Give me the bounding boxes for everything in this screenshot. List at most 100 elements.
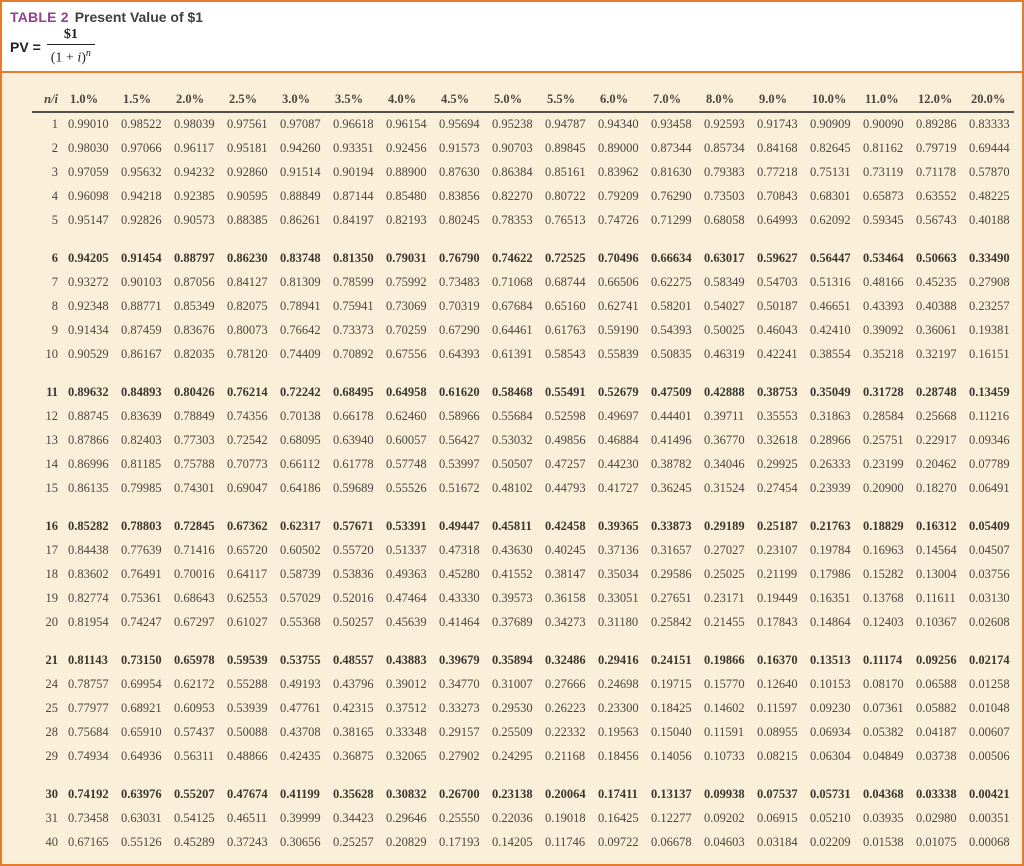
pv-factor-cell: 0.30656 (280, 835, 321, 850)
period-cell: 20 (45, 615, 59, 630)
formula-denominator: (1 + i)n (46, 44, 95, 67)
table-row: 5 0.95147 0.92826 0.90573 0.88385 0.86261 0.84… (32, 209, 1014, 233)
pv-factor-cell: 0.58201 (651, 299, 692, 314)
pv-factor-cell: 0.86384 (492, 165, 533, 180)
pv-factor-cell: 0.70319 (439, 299, 480, 314)
pv-factor-cell: 0.97087 (280, 117, 321, 132)
pv-factor-cell: 0.16425 (598, 811, 639, 826)
pv-factor-cell: 0.70843 (757, 189, 798, 204)
pv-factor-cell: 0.42435 (280, 749, 321, 764)
pv-factor-cell: 0.73483 (439, 275, 480, 290)
pv-factor-cell: 0.88745 (68, 409, 109, 424)
pv-factor-cell: 0.65873 (863, 189, 904, 204)
pv-factor-cell: 0.03130 (969, 591, 1010, 606)
pv-factor-cell: 0.53464 (863, 251, 904, 266)
pv-factor-cell: 0.41464 (439, 615, 480, 630)
table-row: 14 0.86996 0.81185 0.75788 0.70773 0.66112 0.6… (32, 453, 1014, 477)
pv-factor-cell: 0.27027 (704, 543, 745, 558)
pv-factor-cell: 0.17986 (810, 567, 851, 582)
table-row: 13 0.87866 0.82403 0.77303 0.72542 0.68095 0.6… (32, 429, 1014, 453)
pv-factor-cell: 0.35049 (810, 385, 851, 400)
pv-factor-cell: 0.23939 (810, 481, 851, 496)
pv-factor-cell: 0.32065 (386, 749, 427, 764)
corner-header: n/i (32, 88, 60, 113)
pv-factor-cell: 0.77977 (68, 701, 109, 716)
pv-factor-cell: 0.58739 (280, 567, 321, 582)
formula-numerator: $1 (63, 27, 78, 42)
pv-factor-cell: 0.56743 (916, 213, 957, 228)
pv-factor-cell: 0.05210 (810, 811, 851, 826)
pv-factor-cell: 0.91743 (757, 117, 798, 132)
pv-factor-cell: 0.63940 (333, 433, 374, 448)
table-row: 19 0.82774 0.75361 0.68643 0.62553 0.57029 0.5… (32, 587, 1014, 611)
pv-factor-cell: 0.47318 (439, 543, 480, 558)
pv-factor-cell: 0.55288 (227, 677, 268, 692)
pv-factor-cell: 0.96154 (386, 117, 427, 132)
pv-factor-cell: 0.89286 (916, 117, 957, 132)
pv-factor-cell: 0.77303 (174, 433, 215, 448)
pv-factor-cell: 0.29530 (492, 701, 533, 716)
pv-factor-cell: 0.70496 (598, 251, 639, 266)
pv-factor-cell: 0.59627 (757, 251, 798, 266)
pv-factor-cell: 0.93351 (333, 141, 374, 156)
pv-factor-cell: 0.44230 (598, 457, 639, 472)
pv-factor-cell: 0.33490 (969, 251, 1010, 266)
pv-factor-cell: 0.81350 (333, 251, 374, 266)
pv-factor-cell: 0.04507 (969, 543, 1010, 558)
pv-factor-cell: 0.86261 (280, 213, 321, 228)
pv-factor-cell: 0.73373 (333, 323, 374, 338)
pv-factor-cell: 0.84168 (757, 141, 798, 156)
pv-factor-cell: 0.88771 (121, 299, 162, 314)
pv-factor-cell: 0.93272 (68, 275, 109, 290)
period-cell: 12 (45, 409, 59, 424)
table-row: 3 0.97059 0.95632 0.94232 0.92860 0.91514 0.90… (32, 161, 1014, 185)
pv-factor-cell: 0.67556 (386, 347, 427, 362)
pv-factor-cell: 0.39679 (439, 653, 480, 668)
pv-factor-cell: 0.09202 (704, 811, 745, 826)
pv-factor-cell: 0.16151 (969, 347, 1010, 362)
pv-factor-cell: 0.61391 (492, 347, 533, 362)
pv-factor-cell: 0.92860 (227, 165, 268, 180)
pv-factor-cell: 0.26223 (545, 701, 586, 716)
pv-factor-cell: 0.45811 (492, 519, 532, 534)
pv-factor-cell: 0.21199 (757, 567, 798, 582)
pv-factor-cell: 0.29586 (651, 567, 692, 582)
pv-factor-cell: 0.37689 (492, 615, 533, 630)
pv-factor-cell: 0.88385 (227, 213, 268, 228)
pv-factor-cell: 0.19018 (545, 811, 586, 826)
period-cell: 7 (51, 275, 58, 290)
pv-factor-cell: 0.96098 (68, 189, 109, 204)
pv-factor-cell: 0.01258 (969, 677, 1010, 692)
pv-factor-cell: 0.74356 (227, 409, 268, 424)
pv-factor-cell: 0.71178 (916, 165, 957, 180)
pv-factor-cell: 0.75992 (386, 275, 427, 290)
pv-factor-cell: 0.33273 (439, 701, 480, 716)
pv-factor-cell: 0.07789 (969, 457, 1010, 472)
pv-factor-cell: 0.74247 (121, 615, 162, 630)
pv-factor-cell: 0.19866 (704, 653, 745, 668)
pv-factor-cell: 0.06678 (651, 835, 692, 850)
pv-factor-cell: 0.05382 (863, 725, 904, 740)
pv-factor-cell: 0.94787 (545, 117, 586, 132)
table-row: 11 0.89632 0.84893 0.80426 0.76214 0.72242 0.6… (32, 381, 1014, 405)
pv-factor-cell: 0.51316 (810, 275, 851, 290)
pv-factor-cell: 0.08215 (757, 749, 798, 764)
pv-factor-cell: 0.03935 (863, 811, 904, 826)
pv-factor-cell: 0.42315 (333, 701, 374, 716)
pv-factor-cell: 0.29925 (757, 457, 798, 472)
table-row: 1 0.99010 0.98522 0.98039 0.97561 0.97087 0.96… (32, 112, 1014, 137)
pv-factor-cell: 0.88849 (280, 189, 321, 204)
pv-factor-cell: 0.26333 (810, 457, 851, 472)
pv-factor-cell: 0.54393 (651, 323, 692, 338)
pv-factor-cell: 0.65978 (174, 653, 215, 668)
pv-factor-cell: 0.86167 (121, 347, 162, 362)
period-cell: 1 (51, 117, 58, 132)
pv-factor-cell: 0.21455 (704, 615, 745, 630)
pv-factor-cell: 0.90573 (174, 213, 215, 228)
table-row: 40 0.67165 0.55126 0.45289 0.37243 0.30656 0.2… (32, 831, 1014, 855)
pv-factor-cell: 0.57870 (969, 165, 1010, 180)
pv-factor-cell: 0.85734 (704, 141, 745, 156)
pv-factor-cell: 0.33348 (386, 725, 427, 740)
pv-factor-cell: 0.40245 (545, 543, 586, 558)
pv-factor-cell: 0.56447 (810, 251, 851, 266)
